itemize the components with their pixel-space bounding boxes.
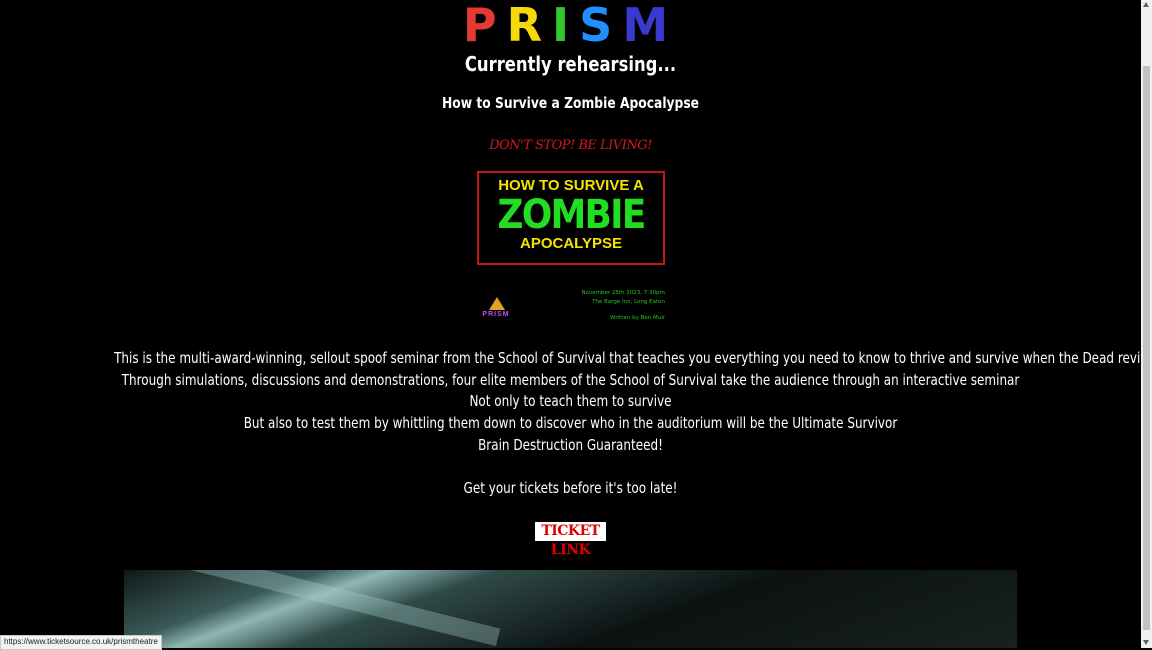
- description-line: Brain Destruction Guaranteed!: [478, 435, 663, 454]
- logo-letter: I: [552, 0, 580, 52]
- description-line: Not only to teach them to survive: [469, 392, 672, 411]
- event-venue: The Barge Inn, Long Eaton: [592, 298, 665, 305]
- event-author: Written by Ben Muir: [610, 315, 665, 321]
- banner-image: [124, 570, 1017, 648]
- logo-letter: M: [622, 0, 679, 52]
- ticket-link-button[interactable]: TICKET LINK: [535, 522, 606, 558]
- show-title: How to Survive a Zombie Apocalypse: [441, 94, 700, 112]
- mini-logo-text: PRISM: [482, 311, 510, 318]
- prism-mini-logo: PRISM: [478, 297, 514, 323]
- poster-line-2: ZOMBIE: [497, 192, 646, 238]
- scroll-up-arrow-icon[interactable]: [1143, 2, 1149, 7]
- vertical-scrollbar[interactable]: [1141, 0, 1152, 648]
- description-line: [114, 457, 1027, 479]
- event-info: November 25th 2023, 7:30pm The Barge Inn…: [560, 289, 665, 323]
- scroll-thumb[interactable]: [1143, 66, 1150, 630]
- scroll-down-arrow-icon[interactable]: [1143, 640, 1149, 645]
- poster-line-3: APOCALYPSE: [520, 235, 622, 252]
- page: PRISM Currently rehearsing... How to Sur…: [0, 0, 1152, 648]
- tagline: DON'T STOP! BE LIVING!: [489, 138, 652, 153]
- description-line: This is the multi-award-winning, sellout…: [114, 349, 1152, 367]
- show-poster: HOW TO SURVIVE A ZOMBIE APOCALYPSE: [477, 171, 665, 265]
- logo-letter: R: [506, 0, 553, 52]
- triangle-icon: [489, 297, 505, 310]
- description-line: Through simulations, discussions and dem…: [121, 370, 1020, 389]
- description-line: But also to test them by whittling them …: [243, 414, 898, 433]
- logo-letter: P: [462, 0, 507, 52]
- light-streak: [124, 570, 501, 647]
- logo-letter: S: [579, 0, 623, 52]
- description-line: Get your tickets before it's too late!: [463, 479, 678, 498]
- show-description: This is the multi-award-winning, sellout…: [0, 348, 1152, 500]
- prism-logo[interactable]: PRISM: [0, 2, 1141, 48]
- event-date: November 25th 2023, 7:30pm: [581, 290, 665, 296]
- page-heading: Currently rehearsing...: [464, 52, 677, 76]
